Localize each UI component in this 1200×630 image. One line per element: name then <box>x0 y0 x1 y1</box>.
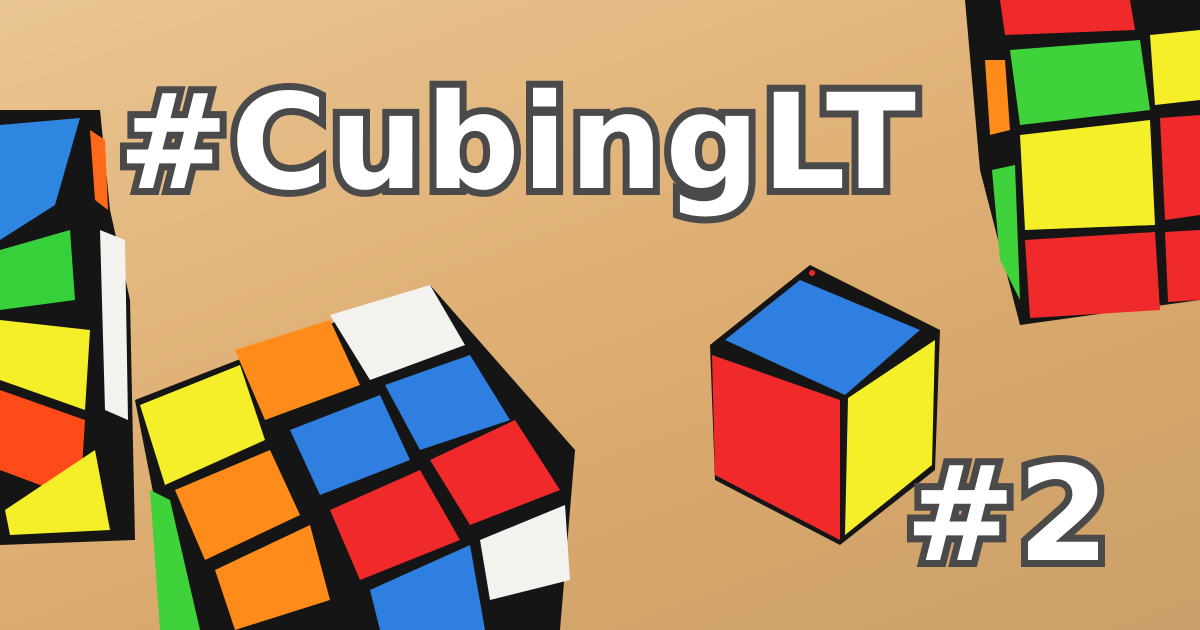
title-text: #CubingLT <box>111 59 923 227</box>
episode-number: #2 <box>898 433 1116 597</box>
left-puzzle <box>0 110 135 545</box>
top-right-cube <box>965 0 1200 325</box>
large-cube <box>135 285 575 630</box>
